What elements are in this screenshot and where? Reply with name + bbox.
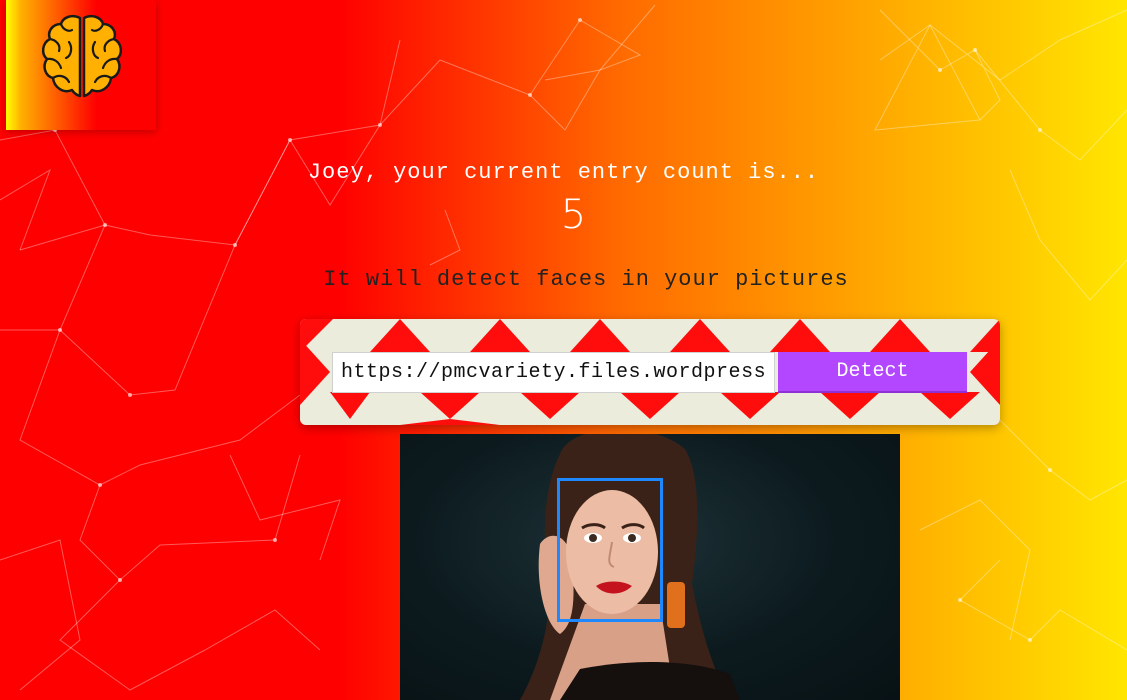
image-url-input[interactable] xyxy=(332,352,775,393)
result-image xyxy=(400,434,900,700)
detect-button[interactable]: Detect xyxy=(778,352,967,393)
face-bounding-box xyxy=(557,478,663,622)
brain-icon xyxy=(41,15,123,98)
tagline: It will detect faces in your pictures xyxy=(323,267,849,292)
logo-card[interactable] xyxy=(6,0,156,130)
entry-count-value: 5 xyxy=(560,192,587,238)
entry-count-greeting: Joey, your current entry count is... xyxy=(307,160,820,185)
